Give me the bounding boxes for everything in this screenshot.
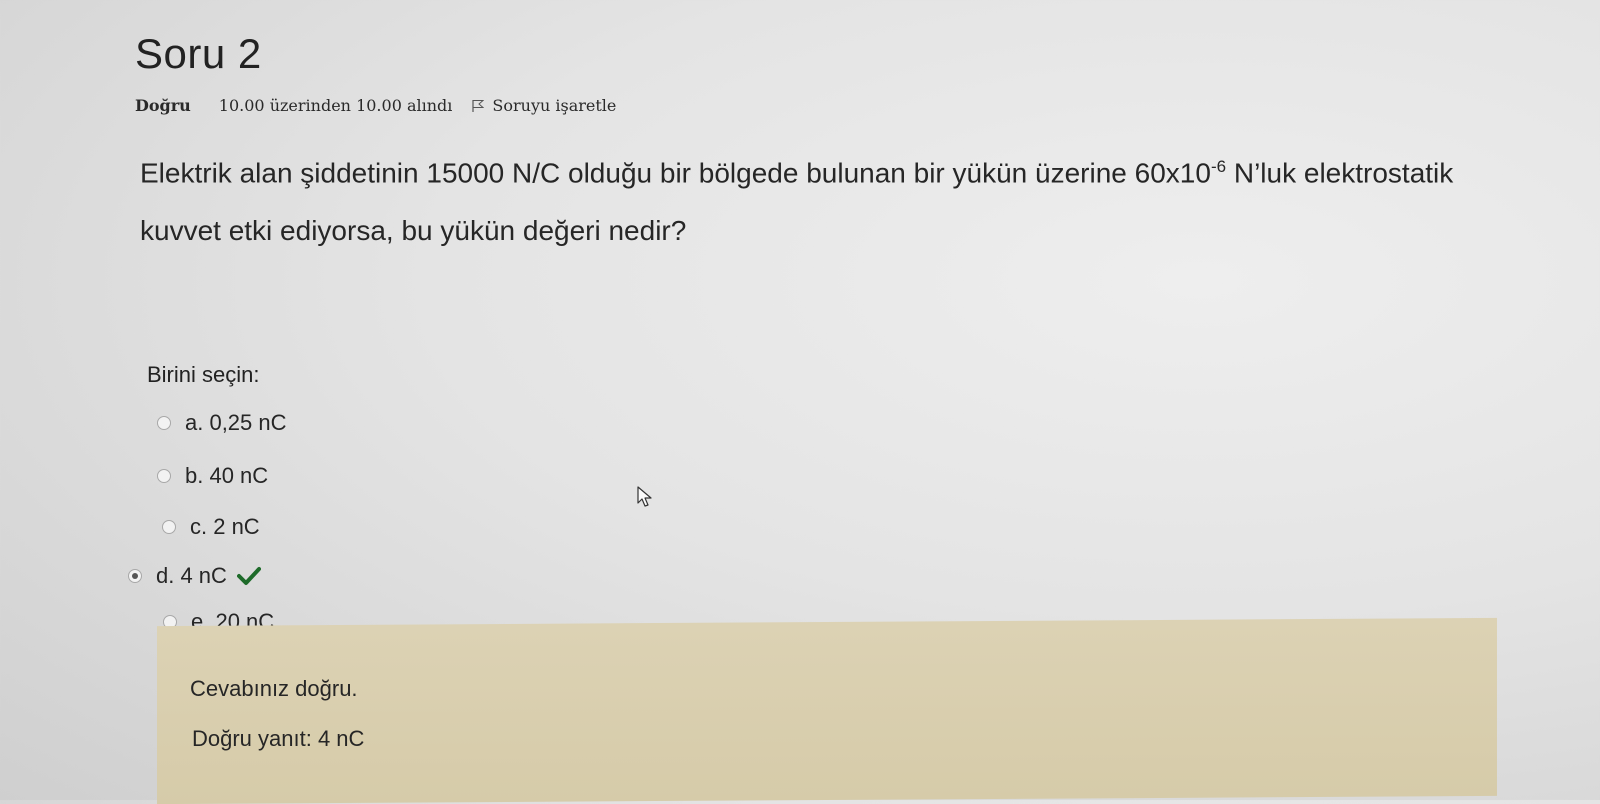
question-title: Soru 2 [135,30,262,77]
answer-option-c[interactable]: c. 2 nC [162,514,260,540]
radio-option-d[interactable] [128,569,142,583]
question-state: Doğru [135,96,191,115]
radio-option-c[interactable] [162,520,176,534]
check-icon [236,567,261,585]
option-label-b: b. 40 nC [185,463,269,488]
flag-question-label: Soruyu işaretle [492,96,617,115]
question-grade: 10.00 üzerinden 10.00 alındı [218,96,453,115]
option-label-a: a. 0,25 nC [185,410,287,435]
flag-question-link[interactable]: Soruyu işaretle [472,96,616,115]
feedback-status: Cevabınız doğru. [190,676,358,701]
answer-prompt: Birini seçin: [147,362,260,387]
answer-option-d[interactable]: d. 4 nC [128,563,261,589]
radio-option-b[interactable] [157,469,171,483]
answer-option-a[interactable]: a. 0,25 nC [157,410,287,436]
answer-option-b[interactable]: b. 40 nC [157,463,268,489]
option-label-c: c. 2 nC [190,514,260,539]
question-text-base: 60x10 [1134,157,1211,189]
question-text-exponent: -6 [1210,157,1227,176]
flag-icon [472,99,485,112]
question-text: Elektrik alan şiddetinin 15000 N/C olduğ… [140,138,1540,260]
question-info: Doğru 10.00 üzerinden 10.00 alındı Soruy… [135,96,616,115]
feedback-right-answer: Doğru yanıt: 4 nC [192,726,365,751]
feedback-panel [157,617,1497,804]
option-label-d: d. 4 nC [156,563,227,588]
radio-option-a[interactable] [157,416,171,430]
question-text-part1: Elektrik alan şiddetinin 15000 N/C olduğ… [140,157,1135,189]
mouse-pointer-icon [637,486,652,507]
